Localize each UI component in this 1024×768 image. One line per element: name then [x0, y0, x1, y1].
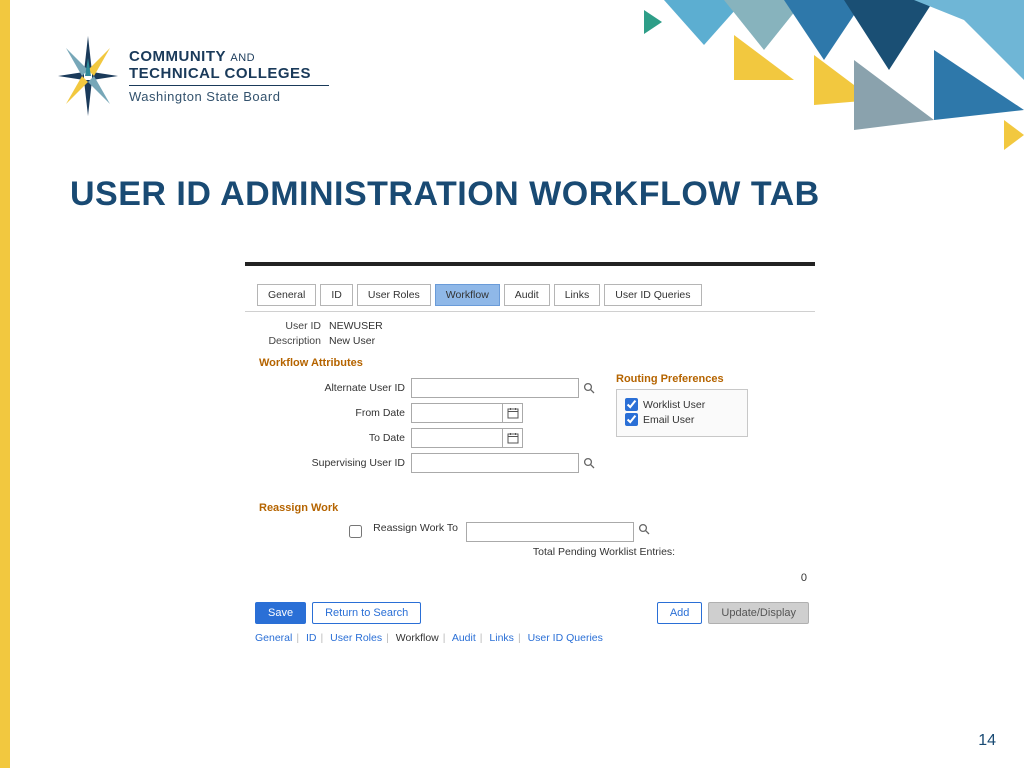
email-user-label: Email User	[643, 414, 694, 426]
blink-general[interactable]: General	[255, 632, 292, 644]
worklist-user-checkbox[interactable]	[625, 398, 638, 411]
sup-user-input[interactable]	[411, 453, 579, 473]
worklist-user-label: Worklist User	[643, 399, 705, 411]
user-id-label: User ID	[257, 320, 321, 332]
reassign-to-label: Reassign Work To	[372, 522, 458, 534]
alt-user-lookup-icon[interactable]	[582, 381, 596, 395]
reassign-to-lookup-icon[interactable]	[637, 522, 651, 536]
routing-box: Worklist User Email User	[616, 389, 748, 437]
reassign-work-heading: Reassign Work	[259, 502, 815, 514]
tab-links[interactable]: Links	[554, 284, 601, 306]
return-to-search-button[interactable]: Return to Search	[312, 602, 421, 624]
tab-strip: General ID User Roles Workflow Audit Lin…	[257, 284, 815, 306]
sup-user-label: Supervising User ID	[245, 457, 405, 469]
logo-line2: TECHNICAL COLLEGES	[129, 65, 329, 82]
logo-line3: Washington State Board	[129, 89, 329, 104]
update-display-button[interactable]: Update/Display	[708, 602, 809, 624]
routing-preferences-heading: Routing Preferences	[616, 373, 748, 385]
logo-line1: COMMUNITY AND	[129, 48, 329, 65]
page-number: 14	[978, 732, 996, 750]
blink-id[interactable]: ID	[306, 632, 317, 644]
tab-workflow[interactable]: Workflow	[435, 284, 500, 306]
tab-user-id-queries[interactable]: User ID Queries	[604, 284, 701, 306]
to-date-input[interactable]	[411, 428, 503, 448]
to-date-calendar-icon[interactable]	[503, 428, 523, 448]
blink-links[interactable]: Links	[489, 632, 514, 644]
from-date-input[interactable]	[411, 403, 503, 423]
alt-user-input[interactable]	[411, 378, 579, 398]
tab-id[interactable]: ID	[320, 284, 353, 306]
blink-user-id-queries[interactable]: User ID Queries	[528, 632, 603, 644]
logo-starburst-icon	[55, 28, 121, 123]
tab-general[interactable]: General	[257, 284, 316, 306]
description-label: Description	[257, 335, 321, 347]
hero-triangles-icon	[604, 0, 1024, 180]
blink-audit[interactable]: Audit	[452, 632, 476, 644]
save-button[interactable]: Save	[255, 602, 306, 624]
add-button[interactable]: Add	[657, 602, 703, 624]
page-title: USER ID ADMINISTRATION WORKFLOW TAB	[70, 175, 820, 214]
workflow-attributes-heading: Workflow Attributes	[259, 357, 815, 369]
to-date-label: To Date	[245, 432, 405, 444]
blink-user-roles[interactable]: User Roles	[330, 632, 382, 644]
org-logo: COMMUNITY AND TECHNICAL COLLEGES Washing…	[55, 28, 329, 123]
email-user-checkbox[interactable]	[625, 413, 638, 426]
user-id-value: NEWUSER	[329, 320, 383, 332]
description-value: New User	[329, 335, 375, 347]
bottom-link-row: General| ID| User Roles| Workflow| Audit…	[255, 632, 815, 644]
pending-value: 0	[259, 572, 807, 584]
from-date-label: From Date	[245, 407, 405, 419]
sup-user-lookup-icon[interactable]	[582, 456, 596, 470]
top-border	[245, 262, 815, 266]
tab-audit[interactable]: Audit	[504, 284, 550, 306]
app-screenshot: General ID User Roles Workflow Audit Lin…	[245, 262, 815, 644]
from-date-calendar-icon[interactable]	[503, 403, 523, 423]
reassign-checkbox[interactable]	[349, 525, 362, 538]
tab-user-roles[interactable]: User Roles	[357, 284, 431, 306]
alt-user-label: Alternate User ID	[245, 382, 405, 394]
pending-label: Total Pending Worklist Entries:	[519, 546, 689, 558]
reassign-to-input[interactable]	[466, 522, 634, 542]
accent-bar	[0, 0, 10, 768]
blink-workflow: Workflow	[396, 632, 439, 644]
